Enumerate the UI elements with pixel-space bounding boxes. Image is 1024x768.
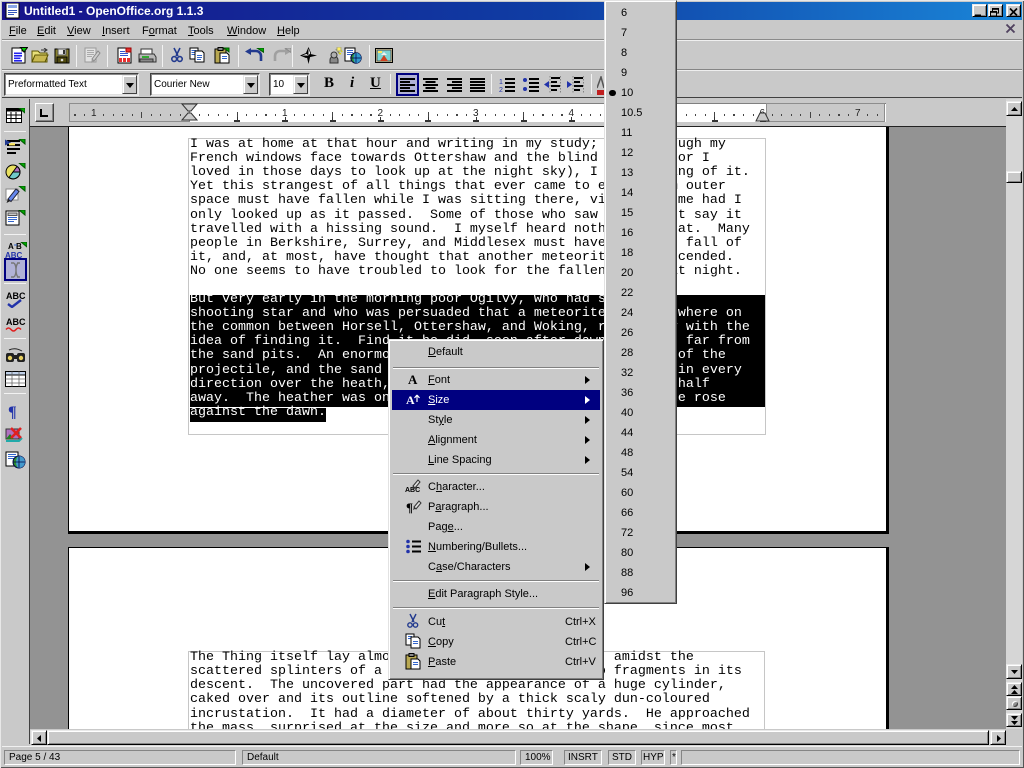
svg-text:ABC: ABC [6, 291, 26, 301]
svg-text:¶: ¶ [8, 404, 17, 420]
svg-text:ABC: ABC [6, 317, 26, 327]
svg-text:A: A [406, 393, 415, 407]
svg-text:A: A [8, 242, 14, 251]
svg-text:1: 1 [499, 79, 503, 86]
svg-text:B: B [16, 242, 22, 251]
svg-text:A: A [408, 372, 418, 387]
svg-text:¶: ¶ [406, 500, 413, 515]
svg-text:ABC: ABC [5, 251, 23, 258]
svg-text:2: 2 [499, 87, 503, 92]
